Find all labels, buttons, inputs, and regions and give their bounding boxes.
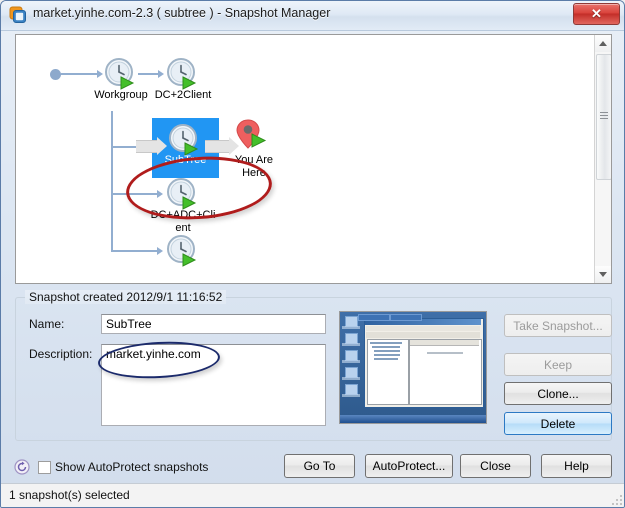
keep-label: Keep: [543, 358, 573, 372]
tree-node-label-you-are-here: You Are Here: [234, 154, 274, 179]
tree-big-arrow: [136, 137, 167, 155]
go-to-label: Go To: [303, 459, 336, 473]
snapshot-clock-icon[interactable]: [166, 57, 200, 91]
scrollbar-thumb[interactable]: [596, 54, 611, 180]
tree-connector-arrow: [157, 190, 163, 198]
snapshot-clock-icon[interactable]: [166, 234, 200, 268]
help-label: Help: [564, 459, 589, 473]
snapshot-preview-thumbnail: [339, 311, 487, 424]
tree-connector: [61, 73, 99, 75]
autoprotect-icon: [14, 459, 30, 475]
autoprotect-label: AutoProtect...: [372, 459, 446, 473]
preview-taskbar-item: [390, 313, 422, 321]
resize-grip-icon[interactable]: [611, 493, 623, 505]
preview-list-text: [427, 352, 463, 354]
tree-node-label-subtree: SubTree: [164, 154, 207, 166]
clone-button[interactable]: Clone...: [504, 382, 612, 405]
name-label: Name:: [29, 317, 65, 331]
tree-connector: [111, 111, 113, 252]
preview-tree-row: [370, 342, 402, 344]
description-input[interactable]: [101, 344, 326, 426]
tree-node-label-dc2client: DC+2Client: [154, 89, 212, 101]
tree-connector: [111, 250, 159, 252]
preview-tree-row: [374, 350, 400, 352]
preview-tree-row: [374, 354, 400, 356]
preview-tree-row: [374, 358, 398, 360]
snapshot-clock-icon[interactable]: [166, 177, 200, 211]
preview-taskbar-item: [358, 313, 390, 321]
close-dialog-button[interactable]: Close: [460, 454, 531, 478]
tree-root-dot: [50, 69, 61, 80]
preview-taskbar: [340, 415, 486, 423]
tree-connector: [138, 73, 160, 75]
preview-column-header: [410, 340, 479, 346]
grip-icon: [600, 112, 608, 113]
tree-big-arrow: [205, 137, 239, 155]
tree-connector-arrow: [97, 70, 103, 78]
status-bar: 1 snapshot(s) selected: [1, 483, 624, 507]
show-autoprotect-checkbox[interactable]: [38, 461, 51, 474]
snapshot-created-label: Snapshot created 2012/9/1 11:16:52: [25, 290, 227, 304]
name-input[interactable]: [101, 314, 326, 334]
chevron-down-icon: [599, 272, 607, 277]
vmware-icon: [9, 6, 27, 24]
help-button[interactable]: Help: [541, 454, 612, 478]
clone-label: Clone...: [537, 387, 579, 401]
tree-node-label-dcadcclient: DC+ADC+Cli ent: [150, 209, 216, 234]
desktop-icon-label: [342, 343, 360, 346]
preview-menubar: [366, 326, 480, 331]
desktop-icon-label: [342, 326, 360, 329]
snapshot-clock-icon[interactable]: [104, 57, 138, 91]
preview-tree-pane: [367, 339, 409, 405]
status-text: 1 snapshot(s) selected: [9, 488, 130, 502]
tree-connector-arrow: [158, 70, 164, 78]
window-title: market.yinhe.com-2.3 ( subtree ) - Snaps…: [33, 6, 331, 20]
you-are-here-pin-icon: [235, 118, 271, 156]
autoprotect-button[interactable]: AutoProtect...: [365, 454, 453, 478]
snapshot-tree-panel[interactable]: Workgroup DC+2Client SubTree You Are Her…: [15, 34, 612, 284]
tree-vertical-scrollbar[interactable]: [594, 35, 611, 283]
desktop-icon-label: [342, 377, 360, 380]
chevron-up-icon: [599, 41, 607, 46]
close-icon: ✕: [591, 6, 602, 21]
take-snapshot-label: Take Snapshot...: [513, 319, 603, 333]
close-window-button[interactable]: ✕: [573, 3, 620, 25]
tree-connector-arrow: [157, 247, 163, 255]
close-label: Close: [480, 459, 511, 473]
title-bar: market.yinhe.com-2.3 ( subtree ) - Snaps…: [1, 1, 624, 31]
preview-mmc-window: [364, 318, 484, 408]
show-autoprotect-label[interactable]: Show AutoProtect snapshots: [55, 460, 208, 474]
scroll-down-button[interactable]: [595, 266, 611, 283]
go-to-button[interactable]: Go To: [284, 454, 355, 478]
delete-button[interactable]: Delete: [504, 412, 612, 435]
tree-connector: [111, 193, 159, 195]
scroll-up-button[interactable]: [595, 35, 611, 52]
take-snapshot-button[interactable]: Take Snapshot...: [504, 314, 612, 337]
description-label: Description:: [29, 347, 93, 361]
preview-tree-row: [372, 346, 400, 348]
desktop-icon-label: [342, 360, 360, 363]
snapshot-manager-window: market.yinhe.com-2.3 ( subtree ) - Snaps…: [0, 0, 625, 508]
snapshot-clock-icon[interactable]: [168, 123, 202, 157]
delete-label: Delete: [540, 417, 576, 431]
keep-button[interactable]: Keep: [504, 353, 612, 376]
preview-list-pane: [409, 339, 482, 405]
desktop-icon-label: [342, 394, 360, 397]
preview-toolbar: [366, 332, 480, 338]
